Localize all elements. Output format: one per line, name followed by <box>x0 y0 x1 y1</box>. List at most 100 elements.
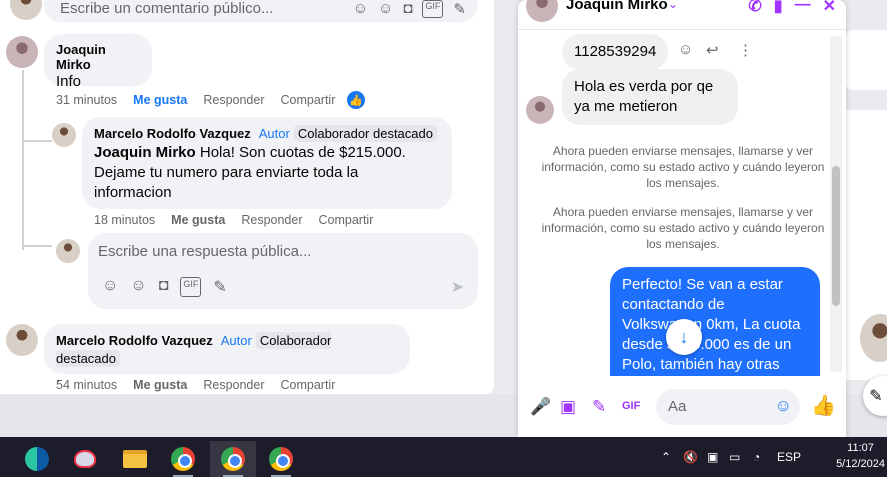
message-bubble[interactable]: 1128539294 <box>562 34 669 70</box>
author-badge: Autor <box>258 126 290 141</box>
sticker-icon[interactable]: ✎ <box>213 277 226 297</box>
share-button[interactable]: Compartir <box>281 93 336 107</box>
mention-link[interactable]: Joaquin Mirko <box>94 144 196 161</box>
message-input[interactable]: Aa ☺ <box>656 389 800 425</box>
avatar-sticker-icon[interactable]: ☺ <box>353 0 368 18</box>
reply-icon[interactable]: ↩ <box>706 41 719 59</box>
gif-icon[interactable]: GIF <box>180 277 202 297</box>
reply-input[interactable]: Escribe una respuesta pública... ☺ ☺ ◘ G… <box>88 233 478 309</box>
chevron-up-icon[interactable]: ⌃ <box>661 450 671 464</box>
message-text: ya me metieron <box>574 98 678 115</box>
comment-text: Info <box>56 73 82 90</box>
side-panel <box>846 30 887 90</box>
comment: Marcelo Rodolfo Vazquez Autor Colaborador … <box>82 117 452 209</box>
comment-time[interactable]: 18 minutos <box>94 213 155 227</box>
device-icon[interactable]: ▣ <box>707 450 718 464</box>
author-badge: Autor <box>220 333 252 348</box>
react-icon[interactable]: ☺ <box>678 41 693 58</box>
comment-placeholder: Escribe un comentario público... <box>60 0 274 17</box>
messenger-chat-window: Joaquin Mirko ⌄ ✆ ▮ — ✕ 1128539294 ☺ ↩ ⋮… <box>518 0 846 437</box>
microphone-icon[interactable]: 🎤 <box>530 397 551 417</box>
comment-input[interactable]: Escribe un comentario público... ☺ ☺ ◘ G… <box>44 0 478 22</box>
comment: Joaquin Mirko Info <box>44 34 152 91</box>
video-call-icon[interactable]: ▮ <box>774 0 783 16</box>
avatar[interactable] <box>52 123 76 147</box>
chrome-profile-icon[interactable] <box>210 441 256 477</box>
comments-feed: Escribe un comentario público... ☺ ☺ ◘ G… <box>0 0 494 394</box>
reply-button[interactable]: Responder <box>203 93 264 107</box>
message-text: Hola es verda por qe <box>574 78 714 95</box>
my-message-bubble[interactable]: Perfecto! Se van a estar contactando de … <box>610 267 820 376</box>
phone-icon[interactable]: ✆ <box>748 0 761 16</box>
wifi-icon[interactable]: ◔ <box>753 450 760 464</box>
contact-name[interactable]: Joaquin Mirko <box>566 0 668 13</box>
scroll-down-icon[interactable]: ↓ <box>666 319 702 355</box>
chrome-icon[interactable] <box>160 441 206 477</box>
emoji-icon[interactable]: ☺ <box>378 0 393 18</box>
send-icon[interactable]: ➤ <box>451 277 464 297</box>
clock[interactable]: 11:07 5/12/2024 <box>836 440 885 472</box>
contact-avatar[interactable] <box>526 0 558 22</box>
chevron-down-icon[interactable]: ⌄ <box>668 0 678 11</box>
like-button[interactable]: Me gusta <box>133 378 187 392</box>
camera-icon[interactable]: ◘ <box>159 277 169 297</box>
like-icon[interactable]: 👍 <box>811 393 836 418</box>
chat-messages[interactable]: 1128539294 ☺ ↩ ⋮ Hola es verda por qe ya… <box>518 31 846 376</box>
current-user-avatar[interactable] <box>56 239 80 263</box>
like-button[interactable]: Me gusta <box>133 93 187 107</box>
contact-avatar <box>526 96 554 124</box>
reply-button[interactable]: Responder <box>241 213 302 227</box>
sticker-icon[interactable]: ✎ <box>592 397 606 417</box>
comment-time[interactable]: 31 minutos <box>56 93 117 107</box>
sticker-icon[interactable]: ✎ <box>453 0 466 18</box>
collaborator-badge: Colaborador destacado <box>293 125 437 142</box>
close-icon[interactable]: ✕ <box>823 0 836 16</box>
avatar[interactable] <box>6 36 38 68</box>
comment-text: Hola! Son cuotas de $215.000. <box>195 144 406 161</box>
system-tray: ⌃ 🔇 ▣ ▭ ◔ ESP 11:07 5/12/2024 <box>657 437 887 477</box>
chrome-profile-icon[interactable] <box>258 441 304 477</box>
paint-icon[interactable] <box>62 441 108 477</box>
volume-muted-icon[interactable]: 🔇 <box>683 450 698 464</box>
share-button[interactable]: Compartir <box>319 213 374 227</box>
taskbar: ⌃ 🔇 ▣ ▭ ◔ ESP 11:07 5/12/2024 <box>0 437 887 477</box>
avatar[interactable] <box>6 324 38 356</box>
message-bubble[interactable]: Hola es verda por qe ya me metieron <box>562 69 738 125</box>
chat-header: Joaquin Mirko ⌄ ✆ ▮ — ✕ <box>518 0 846 30</box>
file-explorer-icon[interactable] <box>112 441 158 477</box>
comment-time[interactable]: 54 minutos <box>56 378 117 392</box>
like-button[interactable]: Me gusta <box>171 213 225 227</box>
scrollbar-thumb[interactable] <box>832 166 840 306</box>
camera-icon[interactable]: ◘ <box>403 0 412 18</box>
comment-author[interactable]: Joaquin Mirko <box>56 42 140 72</box>
comment-actions: 54 minutos Me gusta Responder Compartir <box>56 378 335 392</box>
comment-text: informacion <box>94 184 172 201</box>
comment-actions: 18 minutos Me gusta Responder Compartir <box>94 213 373 227</box>
chat-scrollbar[interactable] <box>830 36 842 372</box>
comment-text: Dejame tu numero para enviarte toda la <box>94 164 359 181</box>
photo-icon[interactable]: ▣ <box>560 397 576 417</box>
language-indicator[interactable]: ESP <box>777 450 801 464</box>
clock-date: 5/12/2024 <box>836 458 885 470</box>
emoji-icon[interactable]: ☺ <box>130 277 146 297</box>
edge-icon[interactable] <box>14 441 60 477</box>
minimize-icon[interactable]: — <box>795 0 811 16</box>
clock-time: 11:07 <box>847 442 874 454</box>
like-reaction-icon[interactable]: 👍 <box>347 91 365 109</box>
current-user-avatar[interactable] <box>10 0 42 20</box>
comment-actions: 31 minutos Me gusta Responder Compartir <box>56 93 335 107</box>
battery-icon[interactable]: ▭ <box>729 450 740 464</box>
more-icon[interactable]: ⋮ <box>738 41 753 59</box>
share-button[interactable]: Compartir <box>281 378 336 392</box>
message-placeholder: Aa <box>668 398 687 415</box>
message-text: 1128539294 <box>574 43 657 60</box>
reply-button[interactable]: Responder <box>203 378 264 392</box>
comment-author[interactable]: Marcelo Rodolfo Vazquez <box>56 333 213 348</box>
system-notice: Ahora pueden enviarse mensajes, llamarse… <box>541 205 825 251</box>
emoji-icon[interactable]: ☺ <box>775 396 792 416</box>
comment-author[interactable]: Marcelo Rodolfo Vazquez <box>94 126 251 141</box>
avatar-sticker-icon[interactable]: ☺ <box>102 277 118 297</box>
gif-icon[interactable]: GIF <box>422 0 444 18</box>
gif-icon[interactable]: GIF <box>622 400 640 412</box>
system-notice: Ahora pueden enviarse mensajes, llamarse… <box>541 144 825 190</box>
